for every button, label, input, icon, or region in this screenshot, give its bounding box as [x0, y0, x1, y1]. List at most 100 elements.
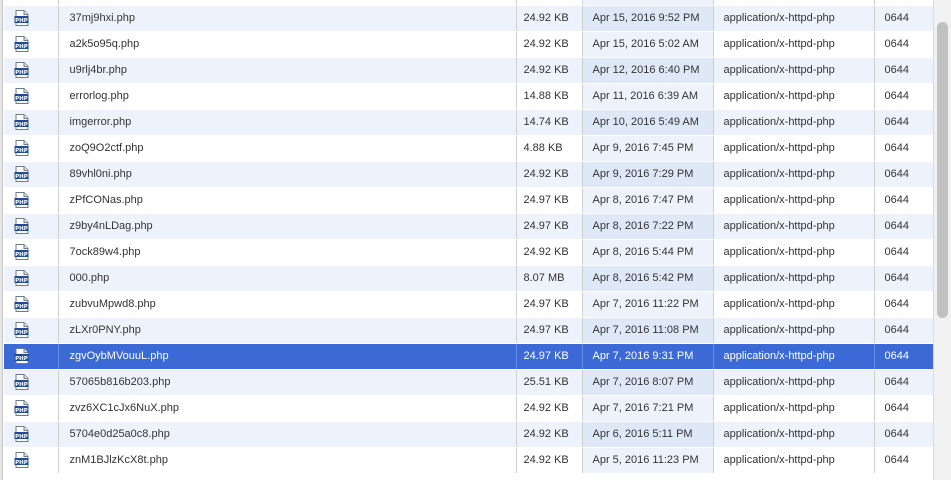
file-icon-cell: PHP: [4, 83, 59, 110]
php-file-icon: PHP: [14, 10, 30, 26]
file-row[interactable]: PHP 5704e0d25a0c8.php 24.92 KB Apr 6, 2016 …: [4, 421, 933, 448]
php-file-icon: PHP: [14, 322, 30, 338]
file-icon-cell: PHP: [4, 213, 59, 240]
svg-text:PHP: PHP: [15, 200, 28, 206]
file-row[interactable]: PHP zLXr0PNY.php 24.97 KB Apr 7, 2016 11:08…: [4, 317, 933, 344]
svg-text:PHP: PHP: [15, 330, 28, 336]
file-icon-cell: PHP: [4, 369, 59, 396]
php-file-icon: PHP: [14, 452, 30, 468]
file-rows: PHP PHP 37mj9hxi.php 24.92 KB Apr 15, 2016 9…: [4, 0, 933, 474]
file-icon-cell: PHP: [4, 239, 59, 266]
file-size: 24.97 KB: [516, 291, 583, 318]
file-row[interactable]: PHP 000.php 8.07 MB Apr 8, 2016 5:42 PM appl…: [4, 265, 933, 292]
file-mime-type: application/x-httpd-php: [713, 187, 875, 214]
file-mime-type: application/x-httpd-php: [713, 83, 875, 110]
file-modified-date: Apr 15, 2016 9:52 PM: [582, 5, 714, 32]
file-row[interactable]: PHP a2k5o95q.php 24.92 KB Apr 15, 2016 5:02…: [4, 31, 933, 58]
file-size: 24.97 KB: [516, 317, 583, 344]
svg-text:PHP: PHP: [15, 70, 28, 76]
svg-text:PHP: PHP: [15, 18, 28, 24]
svg-text:PHP: PHP: [15, 356, 28, 362]
file-size: 4.88 KB: [516, 135, 583, 162]
file-row[interactable]: PHP 37mj9hxi.php 24.92 KB Apr 15, 2016 9:52…: [4, 5, 933, 32]
php-file-icon: PHP: [14, 88, 30, 104]
file-modified-date: Apr 8, 2016 7:22 PM: [582, 213, 714, 240]
file-modified-date: Apr 8, 2016 5:44 PM: [582, 239, 714, 266]
file-size: 24.92 KB: [516, 421, 583, 448]
file-modified-date: Apr 10, 2016 5:49 AM: [582, 109, 714, 136]
file-name: errorlog.php: [58, 83, 517, 110]
file-modified-date: Apr 15, 2016 5:02 AM: [582, 31, 714, 58]
file-mime-type: application/x-httpd-php: [713, 109, 875, 136]
file-mime-type: application/x-httpd-php: [713, 395, 875, 422]
file-row[interactable]: PHP errorlog.php 14.88 KB Apr 11, 2016 6:39…: [4, 83, 933, 110]
svg-text:PHP: PHP: [15, 278, 28, 284]
file-icon-cell: PHP: [4, 57, 59, 84]
file-table: PHP PHP 37mj9hxi.php 24.92 KB Apr 15, 2016 9…: [4, 0, 933, 474]
svg-text:PHP: PHP: [15, 434, 28, 440]
php-file-icon: PHP: [14, 218, 30, 234]
file-permissions: 0644: [874, 317, 933, 344]
file-row[interactable]: PHP u9rlj4br.php 24.92 KB Apr 12, 2016 6:40…: [4, 57, 933, 84]
svg-text:PHP: PHP: [15, 304, 28, 310]
file-permissions: 0644: [874, 343, 933, 370]
php-file-icon: PHP: [14, 244, 30, 260]
file-icon-cell: PHP: [4, 395, 59, 422]
php-file-icon: PHP: [14, 374, 30, 390]
file-icon-cell: PHP: [4, 5, 59, 32]
file-size: 24.92 KB: [516, 161, 583, 188]
file-permissions: 0644: [874, 291, 933, 318]
scrollbar-thumb[interactable]: [937, 22, 948, 318]
file-row[interactable]: PHP 89vhl0ni.php 24.92 KB Apr 9, 2016 7:29 …: [4, 161, 933, 188]
file-mime-type: application/x-httpd-php: [713, 135, 875, 162]
file-size: 24.92 KB: [516, 395, 583, 422]
file-mime-type: application/x-httpd-php: [713, 161, 875, 188]
file-name: a2k5o95q.php: [58, 31, 517, 58]
file-list-viewport: PHP PHP 37mj9hxi.php 24.92 KB Apr 15, 2016 9…: [0, 0, 951, 480]
file-size: 25.51 KB: [516, 369, 583, 396]
svg-text:PHP: PHP: [15, 408, 28, 414]
file-name: 7ock89w4.php: [58, 239, 517, 266]
vertical-scrollbar[interactable]: [933, 0, 951, 480]
php-file-icon: PHP: [14, 296, 30, 312]
php-file-icon: PHP: [14, 36, 30, 52]
file-row[interactable]: PHP imgerror.php 14.74 KB Apr 10, 2016 5:49…: [4, 109, 933, 136]
file-icon-cell: PHP: [4, 135, 59, 162]
file-icon-cell: PHP: [4, 447, 59, 474]
file-permissions: 0644: [874, 31, 933, 58]
file-name: z9by4nLDag.php: [58, 213, 517, 240]
file-mime-type: application/x-httpd-php: [713, 291, 875, 318]
file-row[interactable]: PHP znM1BJlzKcX8t.php 24.92 KB Apr 5, 2016 …: [4, 447, 933, 474]
php-file-icon: PHP: [14, 270, 30, 286]
file-icon-cell: PHP: [4, 317, 59, 344]
file-row[interactable]: PHP zvz6XC1cJx6NuX.php 24.92 KB Apr 7, 2016…: [4, 395, 933, 422]
file-size: 8.07 MB: [516, 265, 583, 292]
file-name: zLXr0PNY.php: [58, 317, 517, 344]
file-row[interactable]: PHP zubvuMpwd8.php 24.97 KB Apr 7, 2016 11:…: [4, 291, 933, 318]
file-name: imgerror.php: [58, 109, 517, 136]
file-row[interactable]: PHP zoQ9O2ctf.php 4.88 KB Apr 9, 2016 7:45 …: [4, 135, 933, 162]
file-permissions: 0644: [874, 57, 933, 84]
file-mime-type: application/x-httpd-php: [713, 369, 875, 396]
file-modified-date: Apr 11, 2016 6:39 AM: [582, 83, 714, 110]
file-name: zvz6XC1cJx6NuX.php: [58, 395, 517, 422]
file-icon-cell: PHP: [4, 421, 59, 448]
svg-text:PHP: PHP: [15, 174, 28, 180]
file-size: 24.92 KB: [516, 447, 583, 474]
file-permissions: 0644: [874, 421, 933, 448]
file-name: zubvuMpwd8.php: [58, 291, 517, 318]
file-row[interactable]: PHP 57065b816b203.php 25.51 KB Apr 7, 2016 …: [4, 369, 933, 396]
file-row[interactable]: PHP zPfCONas.php 24.97 KB Apr 8, 2016 7:47 …: [4, 187, 933, 214]
file-name: zgvOybMVouuL.php: [58, 343, 517, 370]
file-row[interactable]: PHP 7ock89w4.php 24.92 KB Apr 8, 2016 5:44 …: [4, 239, 933, 266]
php-file-icon: PHP: [14, 114, 30, 130]
file-mime-type: application/x-httpd-php: [713, 447, 875, 474]
file-list: PHP PHP 37mj9hxi.php 24.92 KB Apr 15, 2016 9…: [4, 0, 933, 474]
file-name: u9rlj4br.php: [58, 57, 517, 84]
file-mime-type: application/x-httpd-php: [713, 265, 875, 292]
file-row-selected[interactable]: PHP zgvOybMVouuL.php 24.97 KB Apr 7, 2016 9…: [4, 343, 933, 370]
file-row[interactable]: PHP z9by4nLDag.php 24.97 KB Apr 8, 2016 7:2…: [4, 213, 933, 240]
file-name: 37mj9hxi.php: [58, 5, 517, 32]
php-file-icon: PHP: [14, 400, 30, 416]
file-icon-cell: PHP: [4, 265, 59, 292]
